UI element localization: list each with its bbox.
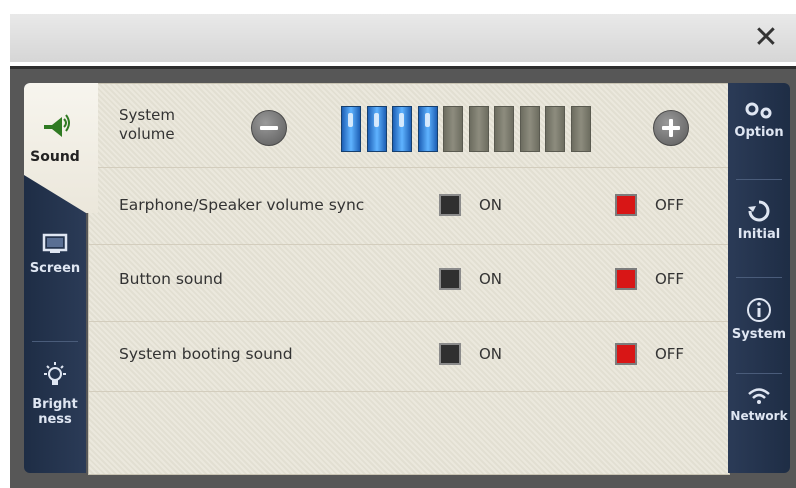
earphone-sync-off-label: OFF — [655, 196, 685, 214]
sound-settings-panel: System volume Earphone/Speaker volume sy… — [88, 83, 730, 475]
button-sound-off-label: OFF — [655, 270, 685, 288]
tab-brightness[interactable]: Bright ness — [24, 361, 86, 427]
monitor-icon — [42, 233, 68, 253]
booting-sound-on-label: ON — [479, 345, 503, 363]
close-button[interactable]: ✕ — [750, 22, 782, 54]
earphone-sync-label: Earphone/Speaker volume sync — [119, 196, 365, 214]
title-bar: ✕ — [10, 14, 796, 62]
earphone-sync-off-checkbox[interactable] — [615, 194, 637, 216]
earphone-sync-on-checkbox[interactable] — [439, 194, 461, 216]
tab-network-label: Network — [730, 409, 788, 423]
volume-segment[interactable] — [545, 106, 565, 152]
tab-network[interactable]: Network — [728, 387, 790, 424]
button-sound-label: Button sound — [119, 270, 223, 288]
system-volume-label-line2: volume — [119, 125, 175, 143]
tab-brightness-label-2: ness — [38, 412, 72, 427]
volume-segment[interactable] — [417, 106, 438, 152]
tab-sound-label: Sound — [30, 149, 80, 165]
refresh-icon — [748, 200, 770, 222]
volume-segment[interactable] — [494, 106, 514, 152]
tab-divider — [32, 341, 78, 342]
volume-down-button[interactable] — [251, 110, 287, 146]
tab-option-label: Option — [734, 125, 784, 140]
volume-segment[interactable] — [392, 106, 412, 152]
booting-sound-label: System booting sound — [119, 345, 293, 363]
tab-initial[interactable]: Initial — [728, 199, 790, 242]
volume-segment[interactable] — [341, 106, 361, 152]
wifi-icon — [748, 388, 770, 404]
earphone-sync-on-label: ON — [479, 196, 503, 214]
gears-icon — [745, 102, 772, 119]
booting-sound-on-checkbox[interactable] — [439, 343, 461, 365]
tab-initial-label: Initial — [737, 227, 781, 242]
setting-row: System booting sound ON OFF — [89, 321, 729, 392]
volume-segment[interactable] — [519, 106, 540, 152]
booting-sound-off-checkbox[interactable] — [615, 343, 637, 365]
button-sound-off-checkbox[interactable] — [615, 268, 637, 290]
lightbulb-icon — [44, 362, 66, 385]
right-tab-strip: Option Initial System Network — [728, 83, 790, 473]
tab-divider — [736, 179, 782, 180]
tab-brightness-label-1: Bright — [32, 397, 78, 412]
tab-option[interactable]: Option — [728, 101, 790, 140]
button-sound-on-checkbox[interactable] — [439, 268, 461, 290]
booting-sound-off-label: OFF — [655, 345, 685, 363]
tab-system[interactable]: System — [728, 297, 790, 342]
tab-divider — [736, 373, 782, 374]
button-sound-on-label: ON — [479, 270, 503, 288]
volume-segment[interactable] — [443, 106, 463, 152]
tab-screen[interactable]: Screen — [24, 233, 86, 276]
setting-row: Button sound ON OFF — [89, 244, 729, 322]
system-volume-label: System volume — [119, 106, 209, 144]
setting-row: Earphone/Speaker volume sync ON OFF — [89, 167, 729, 245]
tab-divider — [736, 277, 782, 278]
tab-system-label: System — [731, 327, 787, 342]
speaker-icon — [44, 114, 70, 137]
volume-segment[interactable] — [570, 106, 591, 152]
system-volume-row: System volume — [89, 84, 729, 168]
info-icon — [747, 298, 771, 322]
system-volume-label-line1: System — [119, 106, 175, 124]
volume-segment[interactable] — [468, 106, 489, 152]
tab-screen-label: Screen — [29, 261, 81, 276]
volume-segment[interactable] — [366, 106, 387, 152]
volume-up-button[interactable] — [653, 110, 689, 146]
